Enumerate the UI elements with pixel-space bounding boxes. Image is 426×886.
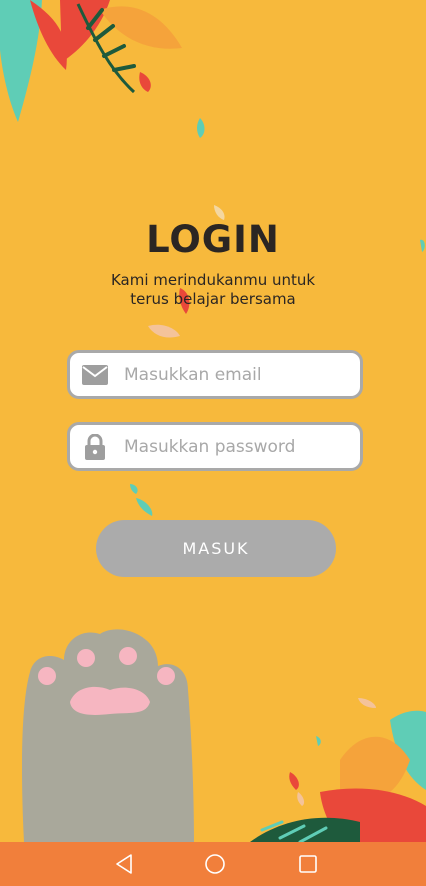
square-recent-icon[interactable] <box>296 852 320 876</box>
envelope-icon <box>82 362 108 388</box>
system-navigation-bar <box>0 842 426 886</box>
lock-icon <box>82 433 108 460</box>
login-button[interactable]: MASUK <box>96 520 336 577</box>
password-field[interactable] <box>67 422 363 471</box>
floating-leaf <box>130 484 138 494</box>
page-subtitle: Kami merindukanmu untuk terus belajar be… <box>110 271 316 308</box>
triangle-back-icon[interactable] <box>112 852 136 876</box>
cat-paw-illustration <box>22 629 194 842</box>
email-field[interactable] <box>67 350 363 399</box>
email-input[interactable] <box>122 363 346 386</box>
floating-leaf <box>148 324 180 338</box>
circle-home-icon[interactable] <box>203 852 227 876</box>
bottom-right-leaves <box>250 698 426 844</box>
floating-leaf <box>136 498 153 516</box>
password-input[interactable] <box>122 435 346 458</box>
top-left-leaves <box>0 0 205 138</box>
page-title: LOGIN <box>146 218 280 261</box>
